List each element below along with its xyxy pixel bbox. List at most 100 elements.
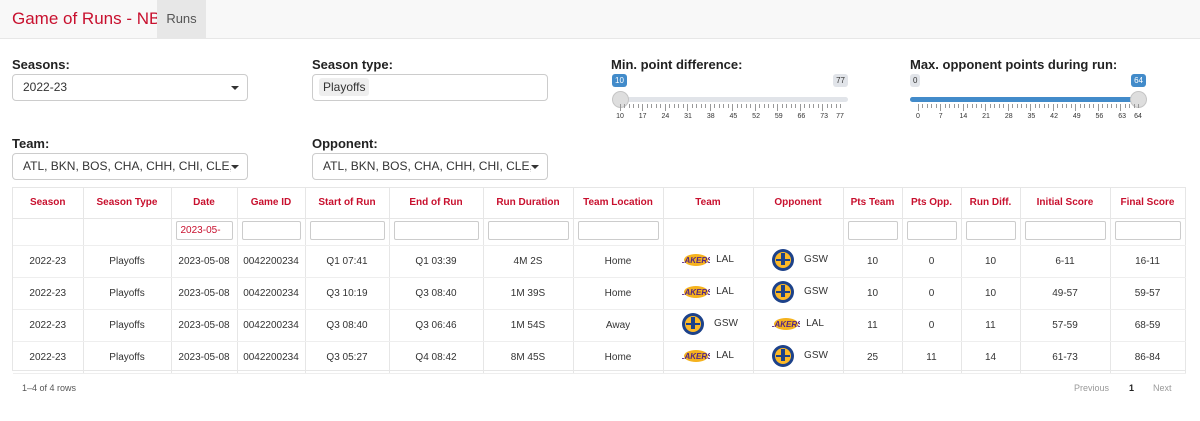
team-cell: LAKERS LAL: [770, 317, 824, 331]
pts-opp-filter-input[interactable]: [906, 220, 957, 240]
team-cell: GSW: [768, 344, 828, 368]
next-page-button[interactable]: Next: [1153, 383, 1172, 393]
slider-tick: [768, 104, 770, 108]
slider-tick: [1016, 104, 1018, 108]
filter-cell: [1020, 218, 1111, 246]
slider-tick-label: 56: [1095, 113, 1104, 120]
chevron-down-icon: [531, 165, 539, 169]
slider-tick-label: 38: [706, 113, 715, 120]
duration-filter-input[interactable]: [487, 220, 569, 240]
slider-tick: [669, 104, 671, 108]
slider-tick: [971, 104, 973, 108]
slider-tick: [1012, 104, 1014, 108]
cell-initial: 57-59: [1020, 309, 1111, 342]
slider-tick: [660, 104, 662, 108]
initial-filter-input[interactable]: [1024, 220, 1106, 240]
slider-track[interactable]: [612, 97, 848, 102]
col-run-diff[interactable]: Run Diff.: [961, 188, 1021, 219]
cell-start: Q3 05:27: [305, 341, 390, 374]
season-type-chip[interactable]: Playoffs: [319, 78, 370, 96]
col-season-type[interactable]: Season Type: [83, 188, 172, 219]
seasons-select[interactable]: 2022-23: [12, 74, 248, 101]
date-filter-input[interactable]: 2023-05-: [175, 220, 233, 240]
lakers-logo-icon: LAKERS: [770, 317, 803, 331]
slider-tick-label: 66: [797, 113, 806, 120]
game-id-filter-input[interactable]: [241, 220, 301, 240]
page-1-button[interactable]: 1: [1129, 383, 1134, 393]
app-title[interactable]: Game of Runs - NBA: [12, 9, 172, 29]
final-filter-input[interactable]: [1114, 220, 1181, 240]
slider-tick: [1124, 104, 1126, 108]
tab-runs[interactable]: Runs: [157, 0, 206, 39]
cell-final: 68-59: [1110, 309, 1186, 342]
season-type-select[interactable]: Playoffs: [312, 74, 548, 101]
col-initial-score[interactable]: Initial Score: [1020, 188, 1111, 219]
filter-cell: [1110, 218, 1186, 246]
table-row: 2022-23 Playoffs 2023-05-08 0042200234 Q3 05…: [13, 341, 1186, 374]
slider-tick: [651, 104, 653, 108]
slider-tick: [1030, 104, 1032, 111]
cell-season-type: Playoffs: [83, 245, 172, 278]
team-cell: GSW: [768, 280, 828, 304]
team-select[interactable]: ATL, BKN, BOS, CHA, CHH, CHI, CLE, DAL: [12, 153, 248, 180]
max-opp-points-high: 64: [1131, 74, 1146, 87]
col-end-of-run[interactable]: End of Run: [389, 188, 484, 219]
slider-tick: [700, 104, 702, 108]
slider-tick: [1084, 104, 1086, 108]
filter-cell: [13, 218, 84, 246]
slider-tick: [790, 104, 792, 108]
slider-tick: [736, 104, 738, 108]
slider-tick: [817, 104, 819, 108]
col-final-score[interactable]: Final Score: [1110, 188, 1186, 219]
end-filter-input[interactable]: [393, 220, 479, 240]
slider-tick: [772, 104, 774, 108]
col-pts-opp[interactable]: Pts Opp.: [902, 188, 962, 219]
slider-tick: [1138, 104, 1139, 108]
col-team-location[interactable]: Team Location: [573, 188, 664, 219]
max-opp-points-label: Max. opponent points during run:: [910, 57, 1118, 72]
filter-cell: [843, 218, 903, 246]
cell-team: GSW: [663, 309, 754, 342]
col-start-of-run[interactable]: Start of Run: [305, 188, 390, 219]
slider-tick: [1070, 104, 1072, 108]
slider-tick: [1066, 104, 1068, 108]
cell-end: Q1 03:39: [389, 245, 484, 278]
slider-tick: [642, 104, 644, 111]
previous-page-button[interactable]: Previous: [1074, 383, 1109, 393]
col-opponent[interactable]: Opponent: [753, 188, 844, 219]
min-point-diff-max: 77: [833, 74, 848, 87]
slider-tick: [944, 104, 946, 108]
slider-tick: [741, 104, 743, 108]
cell-run-diff: 14: [961, 341, 1021, 374]
min-point-diff-slider[interactable]: 10 77 10 17 24 31 38 45 52 59 66 73 77: [612, 74, 848, 154]
slider-tick: [1120, 104, 1122, 111]
cell-season: 2022-23: [13, 277, 84, 310]
row-count: 1–4 of 4 rows: [22, 383, 77, 393]
run-diff-filter-input[interactable]: [965, 220, 1016, 240]
col-pts-team[interactable]: Pts Team: [843, 188, 903, 219]
team-label: Team:: [12, 136, 50, 151]
pts-team-filter-input[interactable]: [847, 220, 898, 240]
max-opp-points-slider[interactable]: 0 64 0 7 14 21 28 35 42 49 56 63 64: [910, 74, 1147, 154]
slider-tick-label: 42: [1050, 113, 1058, 120]
warriors-logo-icon: [768, 280, 798, 304]
filter-cell: [663, 218, 754, 246]
lakers-logo-icon: LAKERS: [680, 285, 713, 299]
location-filter-input[interactable]: [577, 220, 659, 240]
slider-tick: [646, 104, 648, 108]
start-filter-input[interactable]: [309, 220, 385, 240]
col-season[interactable]: Season: [13, 188, 84, 219]
filter-cell: [753, 218, 844, 246]
col-team[interactable]: Team: [663, 188, 754, 219]
cell-season: 2022-23: [13, 245, 84, 278]
opponent-select[interactable]: ATL, BKN, BOS, CHA, CHH, CHI, CLE, DAL: [312, 153, 548, 180]
slider-tick: [926, 104, 928, 108]
team-abbr: GSW: [714, 318, 738, 329]
cell-date: 2023-05-08: [171, 277, 238, 310]
team-cell: GSW: [768, 248, 828, 272]
team-abbr: GSW: [804, 254, 828, 265]
col-game-id[interactable]: Game ID: [237, 188, 306, 219]
col-run-duration[interactable]: Run Duration: [483, 188, 574, 219]
cell-final: 16-11: [1110, 245, 1186, 278]
col-date[interactable]: Date: [171, 188, 238, 219]
